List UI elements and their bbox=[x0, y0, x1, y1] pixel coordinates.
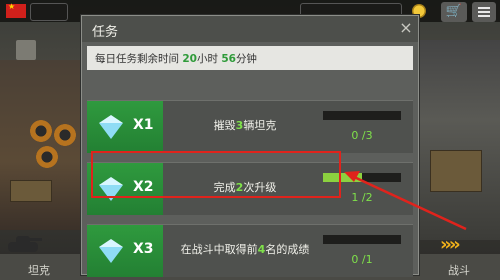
nav-battle[interactable]: 战斗 bbox=[448, 262, 470, 278]
dialog-title: 任务 bbox=[92, 25, 119, 40]
barrel bbox=[54, 124, 76, 146]
reward-count: X1 bbox=[133, 117, 154, 133]
reward-box: X3 bbox=[87, 225, 163, 277]
task-description: 在战斗中取得前4名的成绩 bbox=[180, 243, 310, 256]
barrel bbox=[30, 120, 52, 142]
gem-icon bbox=[99, 239, 123, 263]
garage-left-wall bbox=[0, 60, 90, 230]
progress-text: 0 /1 bbox=[351, 253, 373, 266]
task-description: 摧毁3辆坦克 bbox=[213, 119, 277, 132]
reward-box: X1 bbox=[87, 101, 163, 153]
barrel bbox=[36, 146, 58, 168]
daily-timer-text: 每日任务剩余时间 20小时 56分钟 bbox=[95, 53, 257, 65]
country-flag-icon bbox=[6, 2, 26, 18]
tank-icon bbox=[4, 233, 44, 255]
progress-text: 0 /3 bbox=[351, 129, 373, 142]
side-chart-icon[interactable] bbox=[16, 40, 36, 60]
task-dialog: 任务 × 每日任务剩余时间 20小时 56分钟 X1 摧毁3辆坦克 0 /3 X… bbox=[81, 15, 419, 277]
task-row[interactable]: X3 在战斗中取得前4名的成绩 0 /1 bbox=[87, 224, 413, 277]
reward-count: X3 bbox=[133, 241, 154, 257]
battle-chevron-icon[interactable]: ›››› bbox=[440, 236, 496, 254]
crate bbox=[10, 180, 52, 202]
daily-timer-bar: 每日任务剩余时间 20小时 56分钟 bbox=[87, 46, 413, 70]
annotation-highlight-box bbox=[91, 151, 341, 198]
hud-slot bbox=[30, 3, 68, 21]
garage-right-wall bbox=[418, 40, 500, 240]
gem-icon bbox=[99, 115, 123, 139]
progress-bar bbox=[323, 111, 401, 120]
cart-icon[interactable]: 🛒 bbox=[441, 2, 467, 22]
close-icon[interactable]: × bbox=[398, 19, 414, 37]
dialog-header: 任务 × bbox=[82, 16, 418, 42]
crate bbox=[430, 150, 482, 192]
menu-icon[interactable] bbox=[472, 2, 496, 22]
nav-tank[interactable]: 坦克 bbox=[28, 262, 50, 278]
task-row[interactable]: X1 摧毁3辆坦克 0 /3 bbox=[87, 100, 413, 153]
progress-bar bbox=[323, 235, 401, 244]
